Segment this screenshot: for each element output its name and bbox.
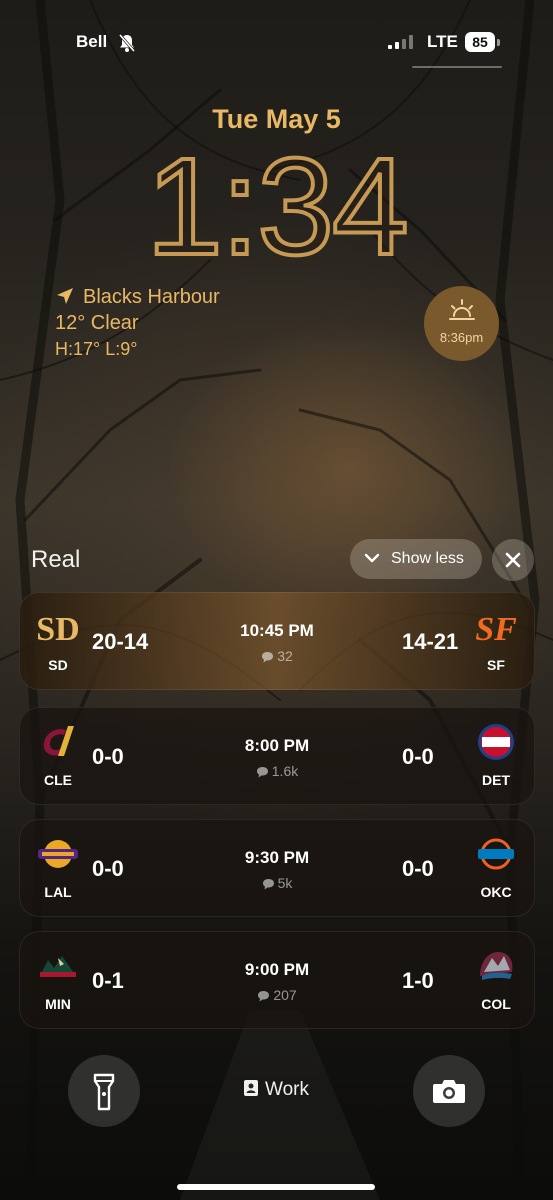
weather-widget[interactable]: Blacks Harbour 12° Clear H:17° L:9° [55, 284, 220, 362]
away-team-record: 20-14 [92, 629, 149, 654]
id-badge-icon [244, 1080, 258, 1096]
close-icon [505, 552, 521, 568]
game-time: 9:00 PM [244, 960, 310, 979]
home-team-abbr: DET [482, 772, 510, 788]
svg-text:SD: SD [38, 611, 78, 647]
focus-mode-label: Work [265, 1079, 309, 1100]
home-team-record: 0-0 [402, 856, 434, 881]
game-time: 10:45 PM [240, 621, 314, 640]
game-time: 9:30 PM [244, 848, 310, 867]
chat-bubble-icon [256, 767, 268, 778]
game-time: 8:00 PM [244, 736, 310, 755]
chat-bubble-icon [258, 991, 270, 1002]
cavaliers-logo-icon [43, 726, 74, 756]
live-activity-app-name: Real [31, 546, 81, 573]
battery-level: 85 [472, 34, 488, 50]
away-team-record: 0-0 [92, 856, 124, 881]
padres-logo-icon: SD [38, 611, 78, 647]
avalanche-logo-icon [480, 952, 513, 980]
weather-location: Blacks Harbour [83, 286, 220, 308]
lakers-logo-icon [38, 840, 78, 868]
comment-count: 207 [177, 987, 377, 1003]
battery-tip [497, 39, 500, 46]
pistons-logo-icon [478, 724, 514, 760]
game-card[interactable]: LAL 0-0 9:30 PM 5k 0-0 OKC [19, 819, 535, 917]
away-team-abbr: CLE [44, 772, 72, 788]
giants-logo-icon: SF [476, 611, 516, 647]
comment-count-value: 207 [273, 987, 297, 1003]
svg-text:SF: SF [476, 611, 516, 647]
status-bar: Bell LTE 85 [0, 30, 553, 56]
comment-count: 32 [177, 648, 377, 664]
bell-slash-icon [118, 34, 136, 52]
lock-time: 1:34 [144, 130, 411, 284]
focus-mode-indicator[interactable]: Work [243, 1079, 309, 1101]
home-team-abbr: OKC [480, 884, 512, 900]
camera-button[interactable] [413, 1055, 485, 1127]
sunset-icon [449, 299, 475, 320]
battery-indicator: 85 [465, 32, 495, 52]
away-team-abbr: SD [48, 657, 68, 673]
camera-icon [433, 1080, 465, 1103]
game-card[interactable]: MIN 0-1 9:00 PM 207 1-0 COL [19, 931, 535, 1029]
home-team-abbr: COL [481, 996, 511, 1012]
game-card[interactable]: CLE 0-0 8:00 PM 1.6k 0-0 DET [19, 707, 535, 805]
chat-bubble-icon [262, 879, 274, 890]
comment-count: 5k [177, 875, 377, 891]
control-center-grabber[interactable] [412, 66, 502, 68]
home-team-record: 0-0 [402, 744, 434, 769]
away-team-record: 0-0 [92, 744, 124, 769]
show-less-button[interactable]: Show less [350, 539, 482, 579]
game-card[interactable]: SD SD 20-14 10:45 PM 32 14-21 SF SF [19, 592, 535, 690]
sunset-time: 8:36pm [439, 330, 484, 345]
home-team-abbr: SF [487, 657, 505, 673]
signal-bars-icon [388, 35, 413, 49]
home-team-record: 1-0 [402, 968, 434, 993]
comment-count-value: 1.6k [271, 763, 299, 779]
carrier-name: Bell [76, 32, 108, 51]
show-less-label: Show less [391, 550, 464, 567]
away-team-record: 0-1 [92, 968, 124, 993]
weather-high-low: H:17° L:9° [55, 339, 138, 359]
flashlight-icon [93, 1073, 115, 1111]
wild-logo-icon [40, 956, 76, 977]
home-team-record: 14-21 [402, 629, 459, 654]
dismiss-button[interactable] [492, 539, 534, 581]
location-arrow-icon [57, 288, 73, 304]
comment-count-value: 5k [277, 875, 293, 891]
weather-condition: 12° Clear [55, 312, 139, 334]
sunset-widget[interactable]: 8:36pm [424, 286, 499, 361]
home-indicator[interactable] [177, 1184, 375, 1190]
comment-count-value: 32 [277, 648, 293, 664]
comment-count: 1.6k [177, 763, 377, 779]
away-team-abbr: LAL [44, 884, 72, 900]
thunder-logo-icon [478, 838, 514, 870]
network-type: LTE [427, 32, 458, 51]
flashlight-button[interactable] [68, 1055, 140, 1127]
away-team-abbr: MIN [45, 996, 71, 1012]
chat-bubble-icon [262, 652, 274, 663]
chevron-down-icon [364, 553, 380, 563]
